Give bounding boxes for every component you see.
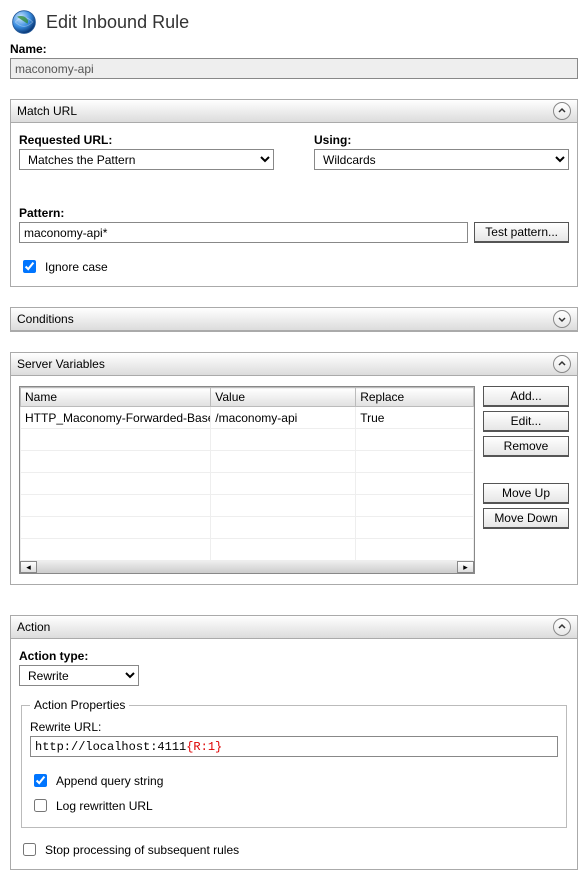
page-title: Edit Inbound Rule [46, 12, 189, 33]
requested-url-label: Requested URL: [19, 133, 274, 147]
remove-button[interactable]: Remove [483, 436, 569, 457]
log-rewritten-checkbox[interactable] [34, 799, 47, 812]
scroll-left-icon[interactable]: ◂ [20, 561, 37, 573]
using-label: Using: [314, 133, 569, 147]
action-type-select[interactable]: Rewrite [19, 665, 139, 686]
stop-processing-label: Stop processing of subsequent rules [45, 843, 239, 857]
table-row [21, 495, 474, 517]
section-match-url: Match URL Requested URL: Matches the Pat… [10, 99, 578, 287]
server-vars-grid[interactable]: Name Value Replace HTTP_Maconomy-Forward… [19, 386, 475, 574]
move-up-button[interactable]: Move Up [483, 483, 569, 504]
add-button[interactable]: Add... [483, 386, 569, 407]
append-query-checkbox[interactable] [34, 774, 47, 787]
table-row [21, 451, 474, 473]
table-row [21, 429, 474, 451]
table-row[interactable]: HTTP_Maconomy-Forwarded-Base-Path /macon… [21, 407, 474, 429]
scroll-right-icon[interactable]: ▸ [457, 561, 474, 573]
name-input[interactable] [10, 58, 578, 79]
collapse-icon[interactable] [553, 102, 571, 120]
pattern-label: Pattern: [19, 206, 569, 220]
rewrite-url-label: Rewrite URL: [30, 720, 558, 734]
log-rewritten-label: Log rewritten URL [56, 799, 153, 813]
append-query-label: Append query string [56, 774, 163, 788]
requested-url-select[interactable]: Matches the Pattern [19, 149, 274, 170]
col-replace[interactable]: Replace [356, 388, 474, 407]
table-row [21, 473, 474, 495]
table-row [21, 539, 474, 561]
expand-icon[interactable] [553, 310, 571, 328]
section-header-conditions[interactable]: Conditions [11, 308, 577, 331]
stop-processing-checkbox[interactable] [23, 843, 36, 856]
section-header-match-url[interactable]: Match URL [11, 100, 577, 123]
section-conditions: Conditions [10, 307, 578, 332]
section-action: Action Action type: Rewrite Action Prope… [10, 615, 578, 870]
ignore-case-checkbox[interactable] [23, 260, 36, 273]
action-type-label: Action type: [19, 649, 569, 663]
collapse-icon[interactable] [553, 618, 571, 636]
edit-button[interactable]: Edit... [483, 411, 569, 432]
pattern-input[interactable] [19, 222, 468, 243]
table-row [21, 517, 474, 539]
collapse-icon[interactable] [553, 355, 571, 373]
rewrite-url-input[interactable]: http://localhost:4111{R:1} [30, 736, 558, 757]
horizontal-scrollbar[interactable]: ◂ ▸ [20, 561, 474, 573]
section-header-server-variables[interactable]: Server Variables [11, 353, 577, 376]
section-server-variables: Server Variables Name Value Replace [10, 352, 578, 585]
test-pattern-button[interactable]: Test pattern... [474, 222, 569, 243]
section-header-action[interactable]: Action [11, 616, 577, 639]
using-select[interactable]: Wildcards [314, 149, 569, 170]
name-label: Name: [10, 42, 578, 56]
move-down-button[interactable]: Move Down [483, 508, 569, 529]
col-value[interactable]: Value [211, 388, 356, 407]
ignore-case-label: Ignore case [45, 260, 108, 274]
globe-icon [10, 8, 38, 36]
col-name[interactable]: Name [21, 388, 211, 407]
action-properties-fieldset: Action Properties Rewrite URL: http://lo… [21, 698, 567, 828]
